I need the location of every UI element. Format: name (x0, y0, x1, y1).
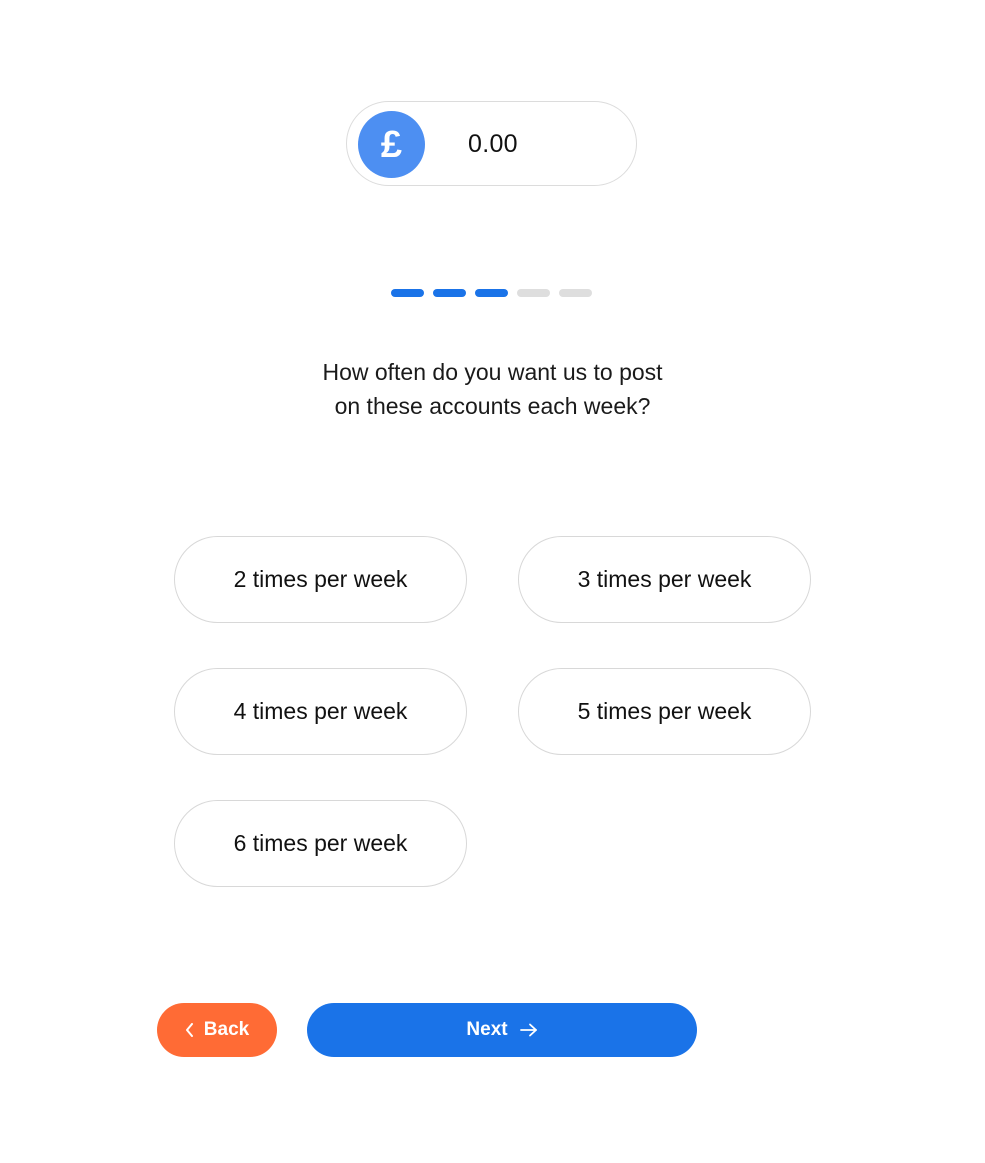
chevron-left-icon (185, 1023, 194, 1037)
question-heading: How often do you want us to post on thes… (200, 355, 785, 423)
progress-step (475, 289, 508, 297)
arrow-right-icon (519, 1023, 538, 1037)
next-button[interactable]: Next (307, 1003, 697, 1057)
progress-indicator (391, 289, 592, 297)
question-line-2: on these accounts each week? (334, 393, 651, 419)
option-5-times[interactable]: 5 times per week (518, 668, 811, 755)
currency-icon: £ (358, 111, 425, 178)
option-2-times[interactable]: 2 times per week (174, 536, 467, 623)
back-button[interactable]: Back (157, 1003, 277, 1057)
option-6-times[interactable]: 6 times per week (174, 800, 467, 887)
progress-step (391, 289, 424, 297)
next-button-label: Next (466, 1019, 508, 1040)
option-4-times[interactable]: 4 times per week (174, 668, 467, 755)
price-display: £ 0.00 (346, 101, 637, 186)
progress-step (517, 289, 550, 297)
progress-step (559, 289, 592, 297)
progress-step (433, 289, 466, 297)
question-line-1: How often do you want us to post (322, 359, 663, 385)
back-button-label: Back (203, 1019, 250, 1040)
price-amount: 0.00 (468, 130, 518, 158)
option-3-times[interactable]: 3 times per week (518, 536, 811, 623)
